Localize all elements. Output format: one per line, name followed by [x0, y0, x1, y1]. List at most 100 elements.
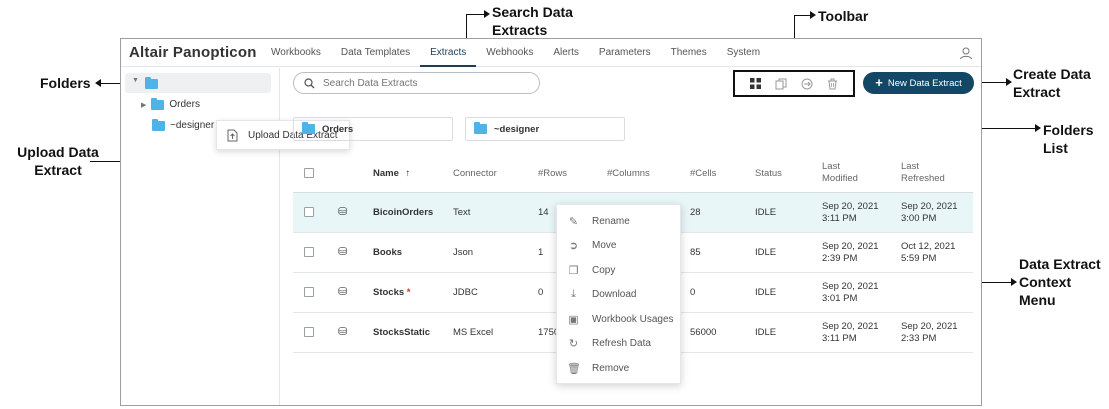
cell-status: IDLE: [755, 327, 777, 338]
folder-sidebar: ▼ ▶ Orders ~designer Upload Data Extract: [121, 68, 350, 405]
menu-label: Copy: [592, 264, 616, 276]
header-connector[interactable]: Connector: [453, 168, 497, 180]
menu-label: Download: [592, 288, 637, 300]
header-line: Last: [822, 161, 840, 172]
nav-webhooks[interactable]: Webhooks: [476, 39, 543, 67]
nav-themes[interactable]: Themes: [661, 39, 717, 67]
grid-view-icon[interactable]: [750, 78, 761, 89]
menu-label: Remove: [592, 362, 630, 374]
cell-status: IDLE: [755, 287, 777, 298]
time: 5:59 PM: [901, 253, 937, 264]
refresh-icon: ↻: [568, 337, 579, 350]
callout-line: [794, 15, 812, 16]
brand-logo: Altair Panopticon: [129, 44, 257, 61]
date: Sep 20, 2021: [822, 241, 879, 252]
time: 3:11 PM: [822, 213, 857, 224]
plus-icon: +: [875, 75, 883, 90]
row-checkbox[interactable]: [304, 207, 314, 217]
cell-cells: 56000: [690, 327, 717, 338]
search-box[interactable]: [293, 72, 540, 94]
header-columns[interactable]: #Columns: [607, 168, 650, 180]
data-extract-icon: ⛁: [338, 246, 348, 258]
tree-item-label: Orders: [169, 99, 200, 110]
menu-item-refresh-data[interactable]: ↻ Refresh Data: [557, 331, 682, 355]
date: Sep 20, 2021: [822, 201, 879, 212]
folder-icon: [151, 97, 165, 110]
menu-item-download[interactable]: ⤓ Download: [557, 282, 682, 306]
cell-cells: 0: [690, 287, 696, 298]
folder-card-designer[interactable]: ~designer: [465, 117, 625, 141]
menu-item-rename[interactable]: ✎ Rename: [557, 209, 682, 233]
arrow-head: [1035, 124, 1041, 132]
data-extract-icon: ⛁: [338, 326, 348, 338]
row-checkbox[interactable]: [304, 287, 314, 297]
folder-icon: [474, 122, 487, 134]
folder-tree-root[interactable]: ▼: [125, 73, 271, 93]
callout-toolbar: Toolbar: [818, 8, 869, 24]
header-rows[interactable]: #Rows: [538, 168, 567, 180]
cell-name[interactable]: Books: [373, 247, 402, 259]
nav-parameters[interactable]: Parameters: [589, 39, 661, 67]
cell-name[interactable]: StocksStatic: [373, 327, 430, 339]
nav-system[interactable]: System: [717, 39, 770, 67]
row-checkbox[interactable]: [304, 327, 314, 337]
menu-item-workbook-usages[interactable]: ▣ Workbook Usages: [557, 307, 682, 331]
folder-card-orders[interactable]: Orders: [293, 117, 453, 141]
cell-last-refreshed: Sep 20, 2021 3:00 PM: [901, 201, 958, 225]
cell-cells: 85: [690, 247, 701, 258]
search-input[interactable]: [323, 77, 523, 89]
user-icon[interactable]: [959, 46, 973, 60]
cell-status: IDLE: [755, 207, 777, 218]
callout-search: Search Data Extracts: [492, 4, 573, 38]
nav-alerts[interactable]: Alerts: [543, 39, 589, 67]
header-last-modified[interactable]: Last Modified: [822, 161, 858, 185]
cell-connector: JDBC: [453, 287, 478, 298]
menu-item-copy[interactable]: ❐ Copy: [557, 258, 682, 282]
header-name[interactable]: Name ↑: [373, 168, 410, 180]
nav-workbooks[interactable]: Workbooks: [261, 39, 331, 67]
chevron-right-icon[interactable]: ▶: [141, 101, 146, 109]
search-icon: [304, 77, 315, 88]
date: Sep 20, 2021: [901, 321, 958, 332]
menu-item-move[interactable]: ➲ Move: [557, 233, 682, 257]
data-extract-context-menu: ✎ Rename ➲ Move ❐ Copy ⤓ Download ▣ Work…: [556, 204, 681, 384]
callout-line: [466, 14, 486, 15]
tree-item-designer[interactable]: ~designer: [152, 118, 214, 131]
name-text: Stocks: [373, 287, 405, 298]
menu-item-remove[interactable]: 🗑 Remove: [557, 356, 682, 380]
top-navigation-bar: Altair Panopticon Workbooks Data Templat…: [121, 39, 981, 67]
header-last-refreshed[interactable]: Last Refreshed: [901, 161, 945, 185]
header-line: Refreshed: [901, 173, 945, 184]
arrow-head: [1006, 78, 1012, 86]
header-status[interactable]: Status: [755, 168, 782, 180]
tree-item-orders[interactable]: ▶ Orders: [141, 97, 200, 110]
download-icon: ⤓: [571, 287, 576, 300]
cell-connector: MS Excel: [453, 327, 494, 338]
callout-folders-list: Folders List: [1043, 122, 1094, 156]
trash-icon: 🗑: [567, 362, 581, 375]
new-button-label: New Data Extract: [887, 77, 962, 89]
row-checkbox[interactable]: [304, 247, 314, 257]
copy-icon[interactable]: [775, 78, 787, 90]
trash-icon[interactable]: [827, 78, 838, 90]
callout-create: Create Data Extract: [1013, 66, 1091, 100]
nav-data-templates[interactable]: Data Templates: [331, 39, 420, 67]
sort-ascending-icon[interactable]: ↑: [406, 168, 411, 179]
header-name-label: Name: [373, 168, 399, 179]
table-header: Name ↑ Connector #Rows #Columns #Cells S…: [293, 155, 973, 193]
cell-name[interactable]: BicoinOrders: [373, 207, 433, 219]
header-cells[interactable]: #Cells: [690, 168, 716, 180]
callout-context-menu: Data Extract Context Menu: [1019, 256, 1101, 308]
move-icon[interactable]: [801, 78, 813, 90]
chevron-down-icon[interactable]: ▼: [132, 77, 139, 84]
date: Oct 12, 2021: [901, 241, 956, 252]
modified-marker: *: [406, 287, 411, 298]
select-all-checkbox[interactable]: [304, 168, 314, 178]
new-data-extract-button[interactable]: + New Data Extract: [863, 72, 974, 94]
folder-icon: [152, 118, 165, 131]
cell-rows: 1: [538, 247, 544, 258]
cell-status: IDLE: [755, 247, 777, 258]
nav-extracts[interactable]: Extracts: [420, 39, 477, 67]
date: Sep 20, 2021: [901, 201, 958, 212]
cell-name[interactable]: Stocks *: [373, 287, 411, 299]
